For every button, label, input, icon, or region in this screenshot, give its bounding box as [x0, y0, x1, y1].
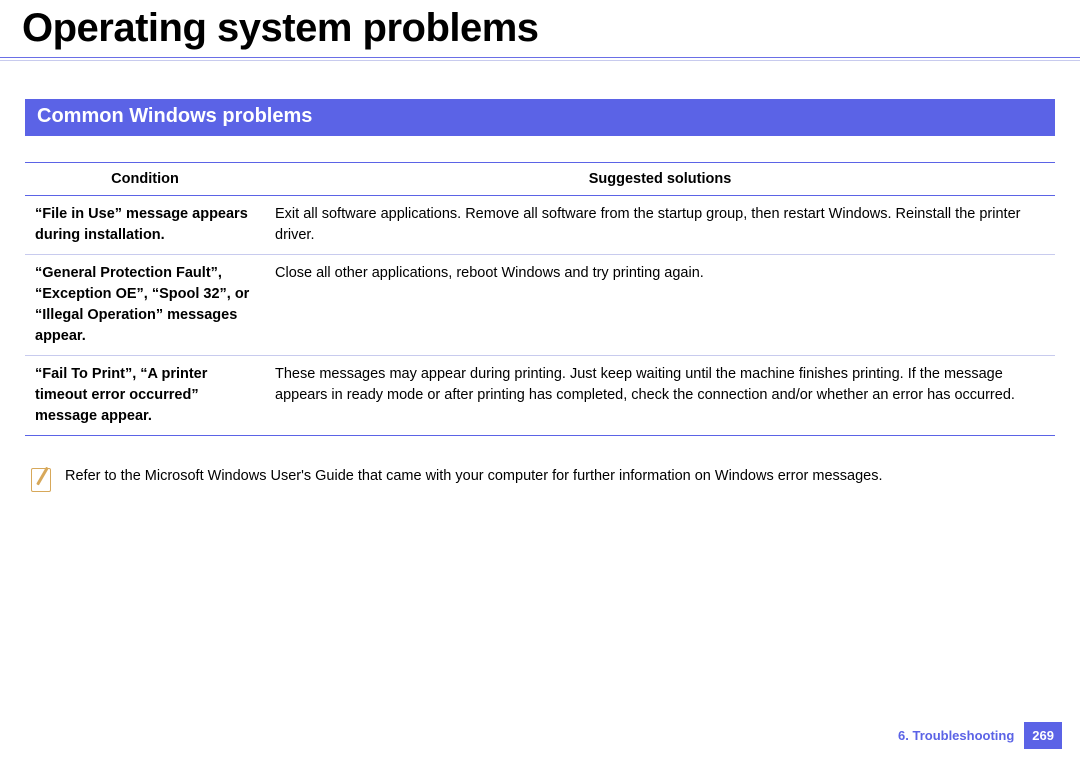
section-heading: Common Windows problems — [25, 99, 1055, 136]
solution-cell: These messages may appear during printin… — [265, 356, 1055, 436]
col-header-condition: Condition — [25, 163, 265, 196]
note-text: Refer to the Microsoft Windows User's Gu… — [65, 468, 883, 484]
table-row: “General Protection Fault”, “Exception O… — [25, 255, 1055, 356]
footer-page-number: 269 — [1024, 722, 1062, 749]
note: Refer to the Microsoft Windows User's Gu… — [31, 468, 1055, 492]
problems-table-wrap: Condition Suggested solutions “File in U… — [25, 162, 1055, 436]
condition-cell: “File in Use” message appears during ins… — [25, 196, 265, 255]
solution-cell: Exit all software applications. Remove a… — [265, 196, 1055, 255]
table-row: “Fail To Print”, “A printer timeout erro… — [25, 356, 1055, 436]
solution-cell: Close all other applications, reboot Win… — [265, 255, 1055, 356]
note-icon — [31, 468, 51, 492]
title-divider — [0, 57, 1080, 65]
table-row: “File in Use” message appears during ins… — [25, 196, 1055, 255]
condition-cell: “General Protection Fault”, “Exception O… — [25, 255, 265, 356]
col-header-solutions: Suggested solutions — [265, 163, 1055, 196]
content-area: Common Windows problems Condition Sugges… — [0, 65, 1080, 492]
page-footer: 6. Troubleshooting 269 — [898, 722, 1062, 749]
page-title: Operating system problems — [0, 0, 1080, 51]
condition-cell: “Fail To Print”, “A printer timeout erro… — [25, 356, 265, 436]
problems-table: Condition Suggested solutions “File in U… — [25, 162, 1055, 436]
footer-chapter: 6. Troubleshooting — [898, 722, 1024, 749]
